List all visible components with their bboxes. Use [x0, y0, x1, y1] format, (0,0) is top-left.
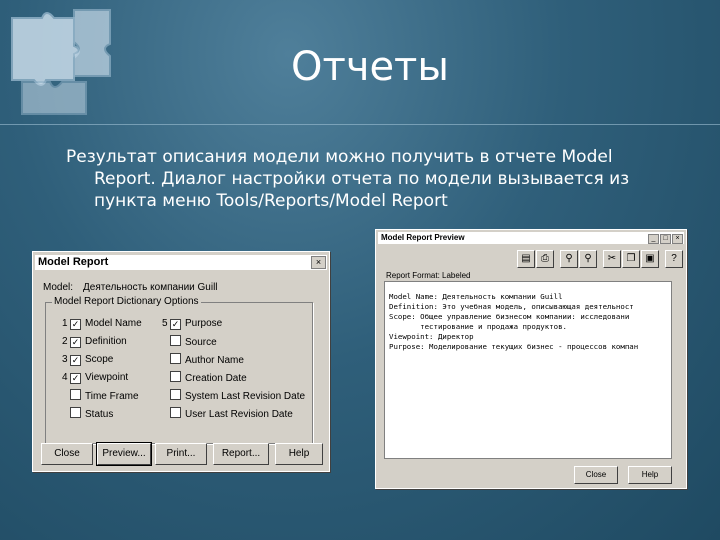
report-line: Purpose: Моделирование текущих бизнес - … [389, 342, 639, 351]
option-label: Status [85, 409, 114, 420]
order-number: 3 [62, 354, 68, 365]
option-status[interactable]: Status [62, 407, 113, 421]
help-icon[interactable]: ? [665, 250, 683, 268]
checkbox-unchecked-icon[interactable] [70, 389, 81, 400]
option-purpose[interactable]: 5 ✓ Purpose [162, 317, 222, 331]
close-button[interactable]: Close [41, 443, 93, 465]
preview-button[interactable]: Preview... [96, 442, 152, 466]
option-label: Scope [85, 354, 114, 365]
report-text-area[interactable]: Model Name: Деятельность компании Guill D… [384, 281, 672, 459]
option-scope[interactable]: 3 ✓ Scope [62, 353, 113, 367]
checkbox-unchecked-icon[interactable] [170, 371, 181, 382]
checkbox-checked-icon[interactable]: ✓ [170, 319, 181, 330]
preview-title: Model Report Preview [378, 232, 684, 244]
report-line: Scope: Общее управление бизнесом компани… [389, 312, 630, 321]
body-line: Результат описания модели можно получить… [66, 147, 613, 167]
report-format-label: Report Format: Labeled [386, 271, 471, 280]
report-button[interactable]: Report... [213, 443, 269, 465]
save-icon[interactable]: ▤ [517, 250, 535, 268]
option-label: User Last Revision Date [185, 409, 293, 420]
model-report-dialog: Model Report × Model: Деятельность компа… [32, 251, 330, 472]
order-number: 5 [162, 318, 168, 329]
title-divider [0, 124, 720, 125]
option-definition[interactable]: 2 ✓ Definition [62, 335, 127, 349]
option-label: Time Frame [85, 391, 139, 402]
option-user-last-revision-date[interactable]: User Last Revision Date [162, 407, 293, 421]
print-button[interactable]: Print... [155, 443, 207, 465]
close-icon[interactable]: × [311, 256, 326, 269]
option-label: Author Name [185, 355, 244, 366]
order-number: 4 [62, 372, 68, 383]
window-controls: _ □ × [647, 233, 683, 244]
report-line: тестирование и продажа продуктов. [389, 322, 567, 331]
option-system-last-revision-date[interactable]: System Last Revision Date [162, 389, 305, 403]
option-author-name[interactable]: Author Name [162, 353, 244, 367]
body-line: Report. Диалог настройки отчета по модел… [94, 169, 630, 189]
close-icon[interactable]: × [672, 234, 683, 244]
checkbox-checked-icon[interactable]: ✓ [70, 373, 81, 384]
option-creation-date[interactable]: Creation Date [162, 371, 247, 385]
checkbox-checked-icon[interactable]: ✓ [70, 319, 81, 330]
preview-toolbar: ▤ ⎙ ⚲ ⚲ ✂ ❐ ▣? [517, 250, 684, 268]
copy-icon[interactable]: ❐ [622, 250, 640, 268]
preview-help-button[interactable]: Help [628, 466, 672, 484]
option-label: Viewpoint [85, 372, 129, 383]
report-line: Model Name: Деятельность компании Guill [389, 292, 563, 301]
checkbox-unchecked-icon[interactable] [170, 353, 181, 364]
model-name-value: Деятельность компании Guill [83, 282, 218, 293]
option-label: Definition [85, 336, 127, 347]
checkbox-unchecked-icon[interactable] [170, 407, 181, 418]
find-next-icon[interactable]: ⚲ [579, 250, 597, 268]
help-button[interactable]: Help [275, 443, 323, 465]
slide-title: Отчеты [291, 44, 449, 90]
option-label: Model Name [85, 318, 142, 329]
maximize-icon[interactable]: □ [660, 234, 671, 244]
checkbox-checked-icon[interactable]: ✓ [70, 337, 81, 348]
checkbox-unchecked-icon[interactable] [170, 335, 181, 346]
option-source[interactable]: Source [162, 335, 217, 349]
option-time-frame[interactable]: Time Frame [62, 389, 139, 403]
slide-body: Результат описания модели можно получить… [66, 146, 686, 212]
order-number: 2 [62, 336, 68, 347]
option-viewpoint[interactable]: 4 ✓ Viewpoint [62, 371, 128, 385]
dialog-title: Model Report [35, 255, 327, 270]
report-line: Viewpoint: Директор [389, 332, 474, 341]
paste-icon[interactable]: ▣ [641, 250, 659, 268]
checkbox-checked-icon[interactable]: ✓ [70, 355, 81, 366]
option-label: System Last Revision Date [185, 391, 306, 402]
option-model-name[interactable]: 1 ✓ Model Name [62, 317, 142, 331]
option-label: Source [185, 337, 217, 348]
dictionary-options-group: Model Report Dictionary Options 1 ✓ Model … [45, 296, 313, 444]
preview-close-button[interactable]: Close [574, 466, 618, 484]
checkbox-unchecked-icon[interactable] [70, 407, 81, 418]
option-label: Creation Date [185, 373, 247, 384]
cut-icon[interactable]: ✂ [603, 250, 621, 268]
model-report-preview-window: Model Report Preview _ □ × ▤ ⎙ ⚲ ⚲ ✂ ❐ ▣? Report… [375, 229, 687, 489]
group-label: Model Report Dictionary Options [52, 296, 201, 307]
model-label: Model: [43, 282, 74, 293]
report-line: Definition: Это учебная модель, описываю… [389, 302, 634, 311]
checkbox-unchecked-icon[interactable] [170, 389, 181, 400]
find-icon[interactable]: ⚲ [560, 250, 578, 268]
puzzle-logo-icon [11, 9, 111, 115]
order-number: 1 [62, 318, 68, 329]
option-label: Purpose [185, 318, 223, 329]
minimize-icon[interactable]: _ [648, 234, 659, 244]
print-icon[interactable]: ⎙ [536, 250, 554, 268]
body-line: пункта меню Tools/Reports/Model Report [94, 191, 448, 211]
